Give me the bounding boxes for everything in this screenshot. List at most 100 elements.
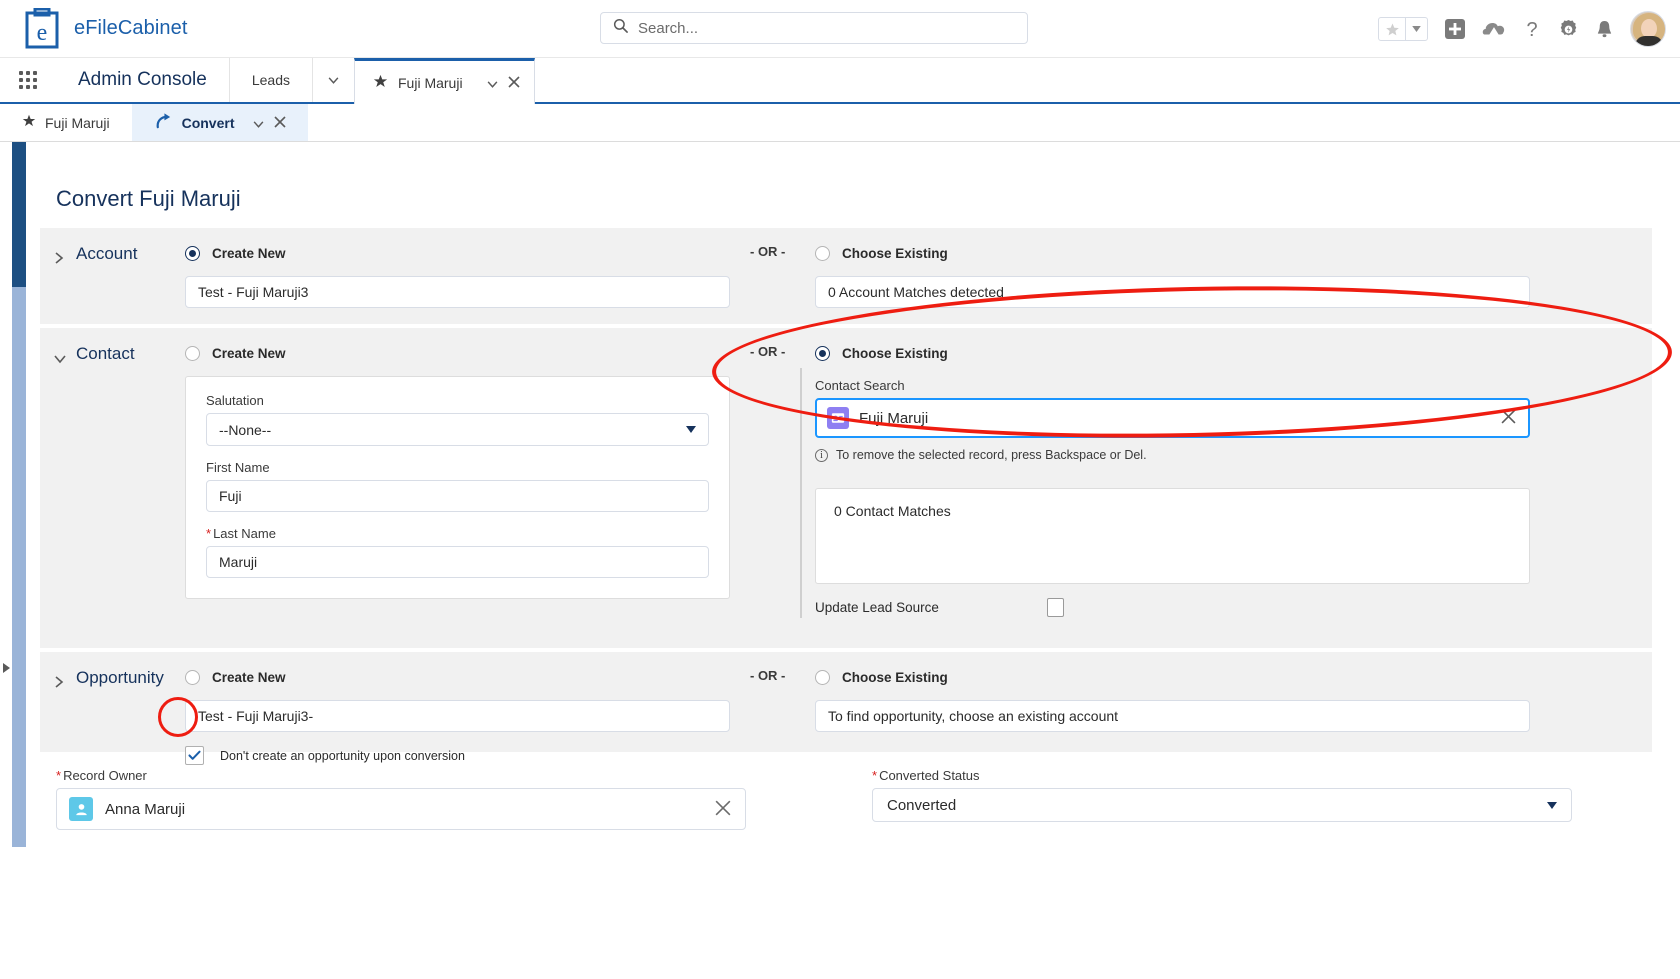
record-owner-input[interactable]: Anna Maruji [56,788,746,830]
section-contact-header[interactable]: Contact [54,344,135,364]
contact-create-new-label: Create New [212,345,286,361]
first-name-input[interactable]: Fuji [206,480,709,512]
star-icon[interactable] [1379,18,1405,40]
app-root: e eFileCabinet Search... ? Admin Console… [0,0,1680,979]
global-header: e eFileCabinet Search... ? [0,0,1680,58]
record-owner-field: * Record Owner Anna Maruji [56,768,746,830]
account-create-new-radio[interactable] [185,245,200,261]
chevron-down-icon[interactable] [54,349,66,364]
dont-create-opportunity-checkbox[interactable] [185,746,204,765]
opportunity-create-new-radio-row[interactable]: Create New [185,666,730,688]
contact-card-icon [827,407,849,429]
opportunity-choose-existing-radio-row[interactable]: Choose Existing [815,666,1530,688]
sub-tab-convert[interactable]: Convert [131,104,309,141]
nav-tab-fuji-maruji[interactable]: Fuji Maruji [354,58,535,104]
cloud-app-icon[interactable] [1482,19,1506,39]
chevron-down-icon [686,426,696,433]
sub-tab-fuji-maruji[interactable]: Fuji Maruji [0,104,132,141]
account-create-new-radio-row[interactable]: Create New [185,242,730,264]
opportunity-name-input[interactable]: Test - Fuji Maruji3- [185,700,730,732]
first-name-field: First Name Fuji [206,460,709,512]
last-name-input[interactable]: Maruji [206,546,709,578]
sub-tab-chevron-down-icon[interactable] [253,115,264,131]
record-owner-clear-icon[interactable] [715,800,731,821]
opportunity-or-divider: - OR - [750,668,786,683]
dont-create-opportunity-row[interactable]: Don't create an opportunity upon convers… [185,746,730,765]
account-matches-text: 0 Account Matches detected [828,284,1004,300]
app-name: Admin Console [78,69,207,90]
nav-tab-leads[interactable]: Leads [228,58,312,102]
contact-choose-existing-radio[interactable] [815,345,830,361]
salutation-label: Salutation [206,393,264,408]
nav-overflow-chevron-down-icon[interactable] [312,58,354,102]
converted-status-label-text: Converted Status [879,768,980,783]
account-choose-existing-radio-row[interactable]: Choose Existing [815,242,1530,264]
nav-tab-chevron-down-icon[interactable] [487,75,498,91]
opportunity-choose-existing-radio[interactable] [815,669,830,685]
contact-choose-existing-label: Choose Existing [842,345,948,361]
update-lead-source-row[interactable]: Update Lead Source [815,598,1530,617]
left-rail-scrollbar[interactable] [12,287,26,847]
contact-choose-existing-column: Choose Existing Contact Search Fuji Maru… [815,342,1530,617]
question-mark-icon[interactable]: ? [1522,18,1542,40]
contact-choose-existing-radio-row[interactable]: Choose Existing [815,342,1530,364]
svg-text:e: e [37,20,48,46]
efilecabinet-logo-icon: e [24,7,62,50]
left-rail-dark [12,142,26,287]
chevron-down-icon [1547,801,1557,809]
chevron-right-icon[interactable] [54,673,64,688]
opportunity-existing-hint: To find opportunity, choose an existing … [828,708,1119,724]
section-contact: Contact Create New Salutation --None-- F… [40,328,1652,648]
contact-search-clear-icon[interactable] [1501,409,1516,429]
converted-status-select[interactable]: Converted [872,788,1572,822]
bell-icon[interactable] [1595,19,1614,40]
salutation-select[interactable]: --None-- [206,413,709,446]
svg-text:?: ? [1526,19,1537,40]
global-search[interactable]: Search... [600,12,1028,44]
gear-icon[interactable] [1558,19,1579,40]
contact-search-hint-text: To remove the selected record, press Bac… [836,448,1147,462]
opportunity-create-new-label: Create New [212,669,286,685]
contact-create-new-column: Create New Salutation --None-- First Nam… [185,342,730,599]
chevron-right-icon[interactable] [54,249,64,264]
contact-new-fields-card: Salutation --None-- First Name Fuji * La… [185,376,730,599]
contact-search-input[interactable]: Fuji Maruji [815,398,1530,438]
section-opportunity-header[interactable]: Opportunity [54,668,164,688]
last-name-field: * Last Name Maruji [206,526,709,578]
record-owner-label-text: Record Owner [63,768,147,783]
section-account-header[interactable]: Account [54,244,137,264]
contact-create-new-radio[interactable] [185,345,200,361]
avatar[interactable] [1630,11,1666,47]
nav-tab-label: Fuji Maruji [398,74,463,91]
rail-expand-arrow-icon[interactable] [0,660,12,676]
account-name-value: Test - Fuji Maruji3 [198,284,309,300]
chevron-down-icon[interactable] [1405,18,1427,40]
favorites-group[interactable] [1378,17,1428,41]
app-launcher-icon[interactable] [0,58,56,102]
nav-tab-close-icon[interactable] [508,75,520,91]
contact-create-new-radio-row[interactable]: Create New [185,342,730,364]
page-title: Convert Fuji Maruji [56,186,241,211]
last-name-label: * Last Name [206,526,709,541]
salutation-value: --None-- [219,421,272,438]
brand-logo[interactable]: e eFileCabinet [0,7,188,50]
convert-page: Convert Fuji Maruji Account Create New T… [26,148,1680,979]
required-marker: * [872,768,878,783]
opportunity-name-value: Test - Fuji Maruji3- [198,708,314,724]
opportunity-create-new-radio[interactable] [185,669,200,685]
account-name-input[interactable]: Test - Fuji Maruji3 [185,276,730,308]
sub-tab-label: Convert [181,114,235,131]
contact-search-hint: i To remove the selected record, press B… [815,448,1530,462]
update-lead-source-checkbox[interactable] [1047,598,1064,617]
plus-icon[interactable] [1444,18,1466,40]
sub-tab-close-icon[interactable] [274,115,287,131]
search-input[interactable]: Search... [638,20,698,37]
contact-or-divider: - OR - [750,344,786,359]
lead-star-icon [22,114,36,131]
section-opportunity-label: Opportunity [76,668,164,687]
section-account: Account Create New Test - Fuji Maruji3 -… [40,228,1652,324]
required-marker: * [56,768,62,783]
record-owner-value: Anna Maruji [105,800,186,818]
account-choose-existing-radio[interactable] [815,245,830,261]
last-name-value: Maruji [219,554,258,570]
